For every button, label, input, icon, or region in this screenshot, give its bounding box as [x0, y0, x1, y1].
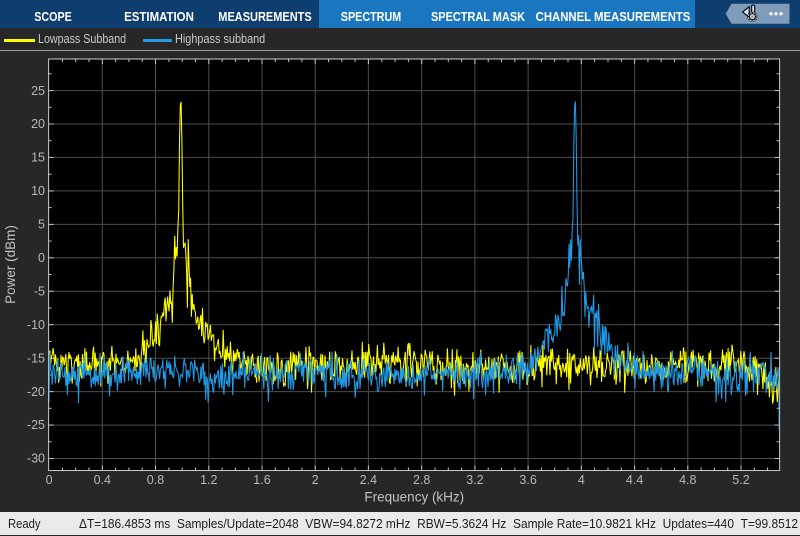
svg-text:4.4: 4.4 — [626, 473, 643, 487]
svg-text:0: 0 — [46, 473, 53, 487]
svg-text:10: 10 — [31, 184, 45, 198]
svg-text:-10: -10 — [27, 318, 45, 332]
svg-text:Frequency (kHz): Frequency (kHz) — [364, 490, 464, 505]
svg-text:-5: -5 — [34, 284, 45, 298]
svg-text:3.2: 3.2 — [466, 473, 483, 487]
svg-text:3.6: 3.6 — [519, 473, 536, 487]
svg-text:5: 5 — [38, 218, 45, 232]
svg-text:1.6: 1.6 — [253, 473, 270, 487]
svg-text:20: 20 — [31, 117, 45, 131]
svg-text:Power (dBm): Power (dBm) — [3, 225, 18, 304]
svg-text:1.2: 1.2 — [200, 473, 217, 487]
svg-text:0.4: 0.4 — [94, 473, 111, 487]
svg-text:0: 0 — [38, 251, 45, 265]
svg-text:0.8: 0.8 — [147, 473, 164, 487]
svg-text:25: 25 — [31, 84, 45, 98]
svg-text:-25: -25 — [27, 418, 45, 432]
svg-text:4: 4 — [578, 473, 585, 487]
svg-text:2: 2 — [312, 473, 319, 487]
svg-text:-30: -30 — [27, 452, 45, 466]
svg-text:15: 15 — [31, 151, 45, 165]
svg-text:-15: -15 — [27, 351, 45, 365]
svg-text:-20: -20 — [27, 385, 45, 399]
svg-text:4.8: 4.8 — [679, 473, 696, 487]
svg-text:2.4: 2.4 — [360, 473, 377, 487]
svg-text:5.2: 5.2 — [732, 473, 749, 487]
svg-text:2.8: 2.8 — [413, 473, 430, 487]
